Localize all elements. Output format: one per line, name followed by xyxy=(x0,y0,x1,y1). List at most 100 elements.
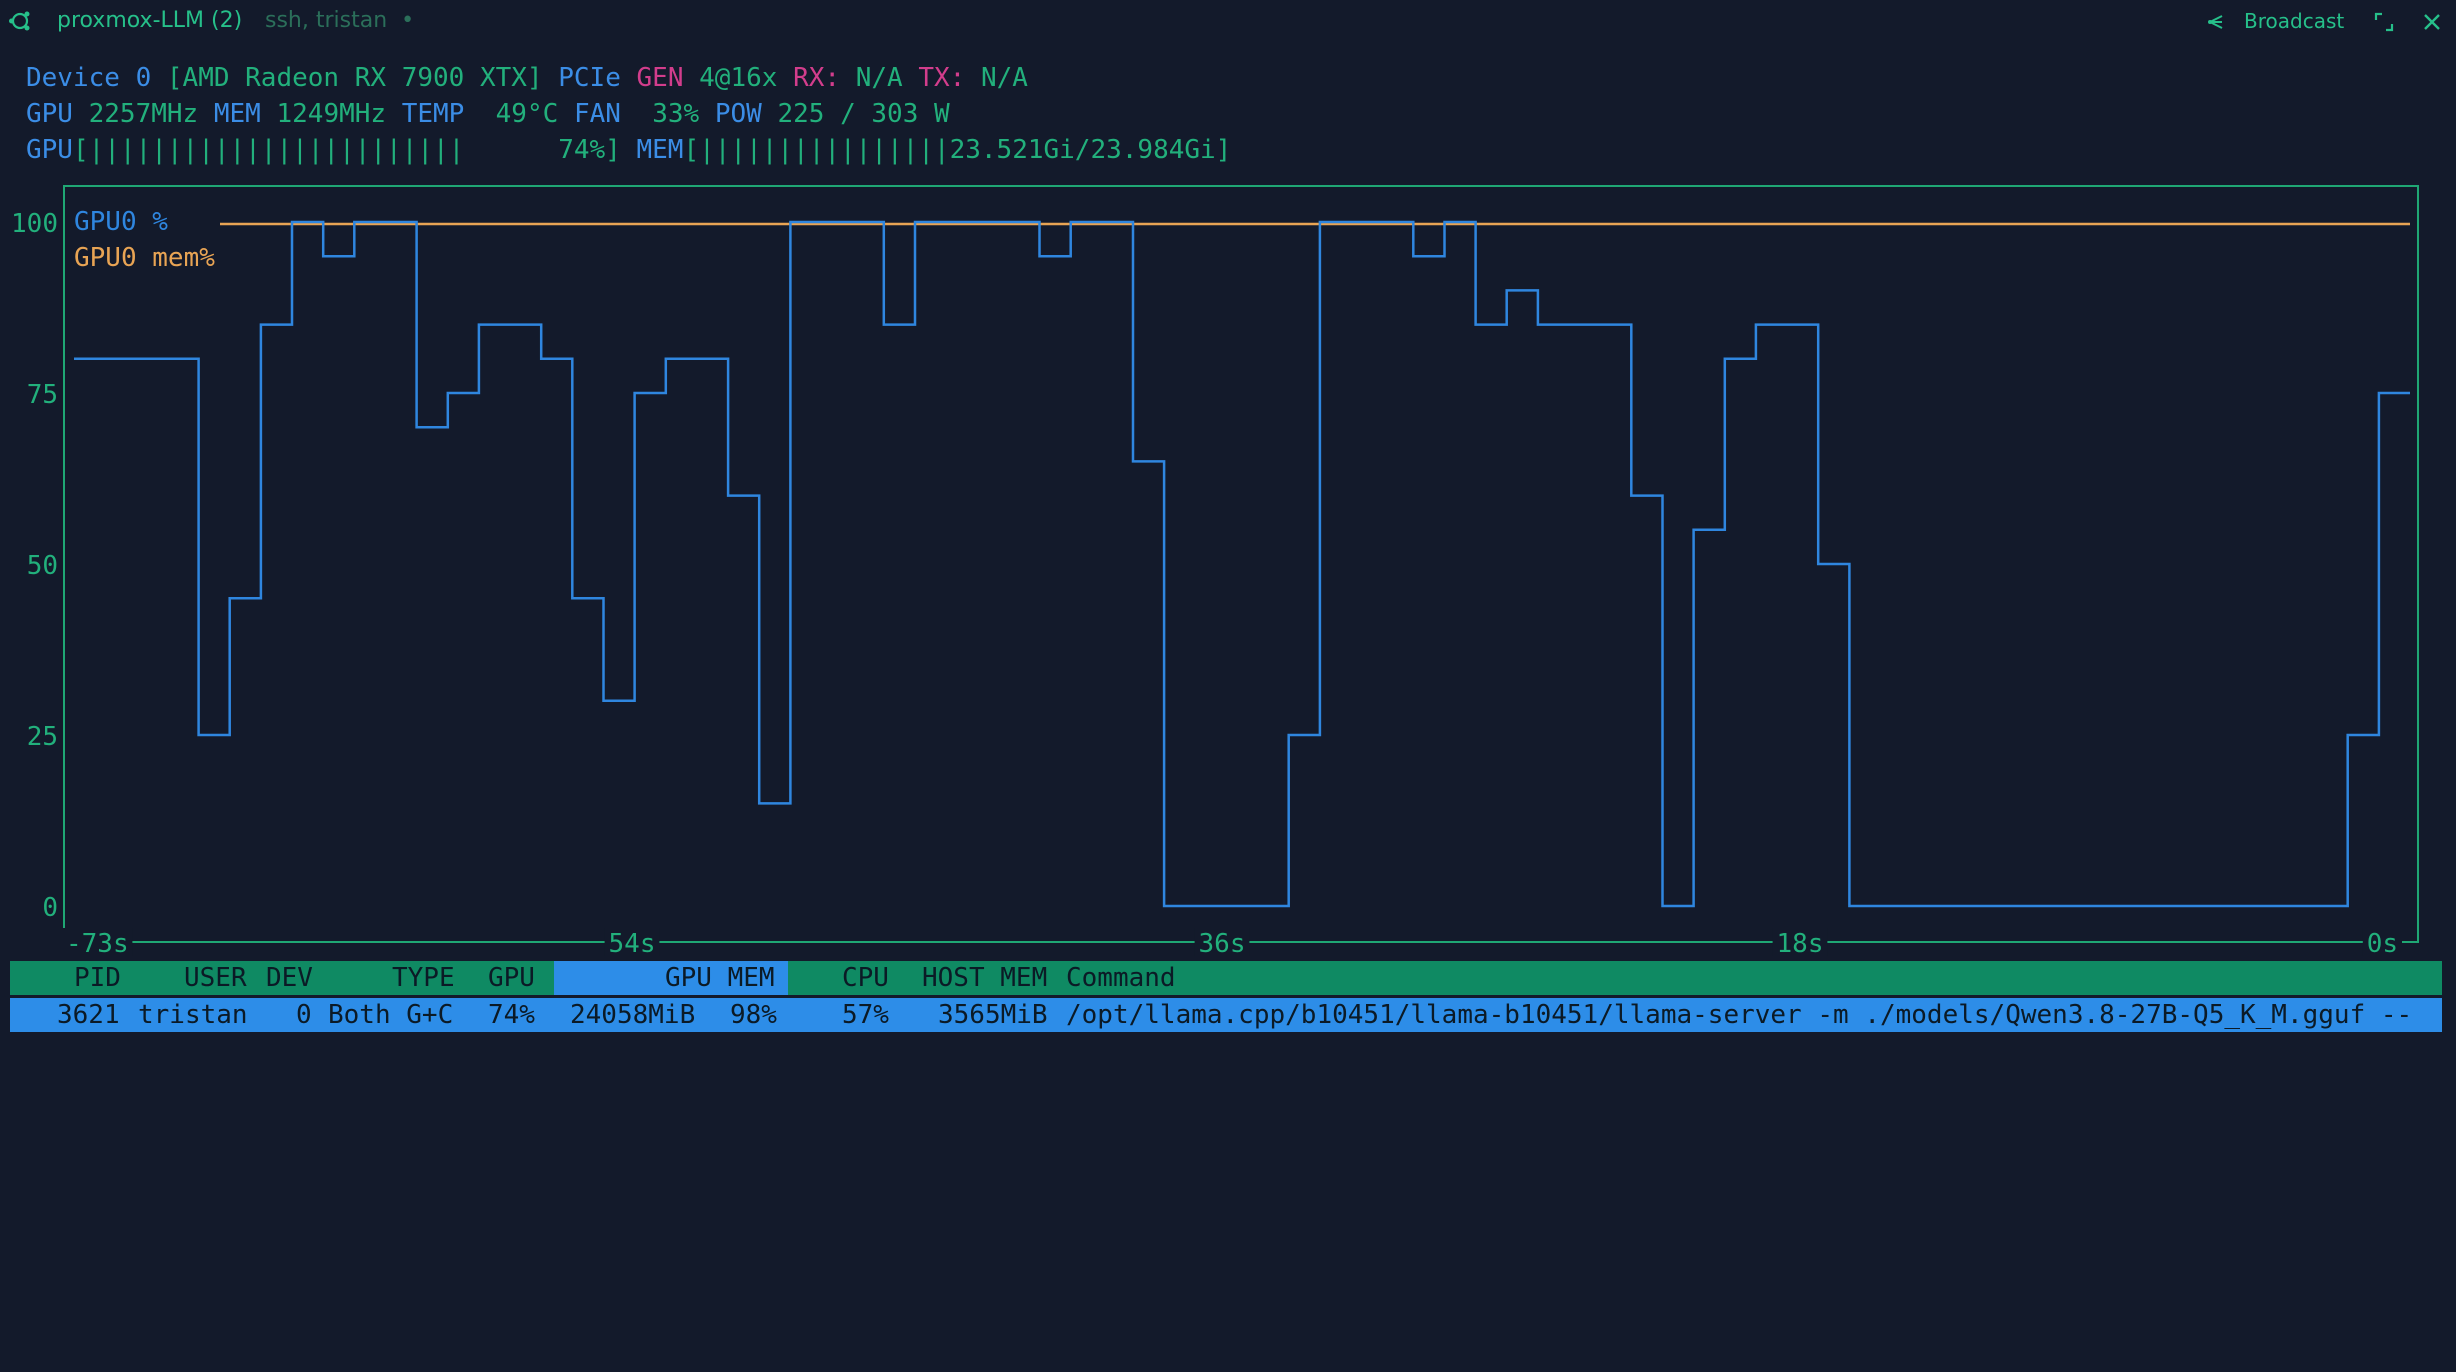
data-point xyxy=(1507,289,1538,291)
maximize-icon[interactable] xyxy=(2372,10,2396,34)
data-point xyxy=(292,221,323,223)
fan-value: 33% xyxy=(652,99,700,129)
fan-label: FAN xyxy=(573,99,621,129)
data-point xyxy=(1538,324,1569,326)
data-point xyxy=(1102,221,1133,223)
col-gpu-mem[interactable]: GPU MEM xyxy=(665,961,775,995)
data-point xyxy=(167,358,198,360)
window-subtitle: ssh, tristan • xyxy=(265,8,415,33)
data-point xyxy=(354,221,385,223)
data-point xyxy=(105,358,136,360)
data-point xyxy=(915,221,946,223)
data-point xyxy=(759,802,790,804)
data-point xyxy=(822,221,853,223)
broadcast-label: Broadcast xyxy=(2244,9,2345,33)
col-user[interactable]: USER xyxy=(184,961,247,995)
y-tick-label: 50 xyxy=(27,551,58,581)
data-point xyxy=(323,255,354,257)
broadcast-icon xyxy=(2208,15,2223,29)
col-dev[interactable]: DEV xyxy=(266,961,313,995)
data-point xyxy=(1008,221,1039,223)
data-point xyxy=(1725,358,1756,360)
window-title: proxmox-LLM (2) xyxy=(57,8,243,33)
data-point xyxy=(1413,255,1444,257)
data-point xyxy=(2285,905,2316,907)
data-point xyxy=(572,597,603,599)
pcie-label: PCIe xyxy=(558,63,621,93)
rx-value: N/A xyxy=(855,63,903,93)
data-point xyxy=(1974,905,2005,907)
col-host-mem[interactable]: HOST MEM xyxy=(922,961,1047,995)
data-point xyxy=(884,324,915,326)
data-point xyxy=(977,221,1008,223)
mem-clock-value: 1249MHz xyxy=(276,99,387,129)
mem-usage-bar: [||||||||||||||||23.521Gi/23.984Gi] xyxy=(683,135,1232,165)
data-point xyxy=(1444,221,1475,223)
data-point xyxy=(728,495,759,497)
data-point xyxy=(635,392,666,394)
data-point xyxy=(1787,324,1818,326)
data-point xyxy=(1662,905,1693,907)
x-tick-label: 18s xyxy=(1777,929,1824,959)
data-point xyxy=(2067,905,2098,907)
col-pid[interactable]: PID xyxy=(74,961,121,995)
data-point xyxy=(666,358,697,360)
data-point xyxy=(1195,905,1226,907)
chart-canvas: 100 75 50 25 0 -73s 54s 36s 18s 0s GPU0 % GPU0 mem% xyxy=(11,185,2419,959)
data-point xyxy=(603,700,634,702)
x-tick-label: 54s xyxy=(609,929,656,959)
col-type[interactable]: TYPE xyxy=(392,961,455,995)
tx-value: N/A xyxy=(980,63,1028,93)
row-user: tristan xyxy=(138,1000,248,1030)
gpu-clock-label: GPU xyxy=(26,99,73,129)
data-point xyxy=(74,358,105,360)
process-table-header: PID USER DEV TYPE GPU GPU MEM CPU HOST M… xyxy=(10,961,2442,995)
y-tick-label: 25 xyxy=(27,722,58,752)
row-gpu: 74% xyxy=(488,1000,535,1030)
data-point xyxy=(479,324,510,326)
row-gpu-mem: 24058MiB xyxy=(570,1000,696,1030)
row-host-mem: 3565MiB xyxy=(938,1000,1048,1030)
row-command: /opt/llama.cpp/b10451/llama-b10451/llama… xyxy=(1066,1000,2413,1030)
data-point xyxy=(1258,905,1289,907)
data-point xyxy=(790,221,821,223)
data-point xyxy=(1818,563,1849,565)
data-point xyxy=(2130,905,2161,907)
data-point xyxy=(1164,905,1195,907)
col-cpu[interactable]: CPU xyxy=(842,961,889,995)
data-point xyxy=(199,734,230,736)
power-label: POW xyxy=(714,99,762,129)
mem-bar-label: MEM xyxy=(636,135,684,165)
data-point xyxy=(1289,734,1320,736)
data-point xyxy=(2379,392,2410,394)
table-row[interactable]: 3621 tristan 0 Both G+C 74% 24058MiB 98%… xyxy=(10,998,2442,1032)
gen-label: GEN xyxy=(636,63,684,93)
col-command[interactable]: Command xyxy=(1066,961,1176,995)
data-point xyxy=(2161,905,2192,907)
data-point xyxy=(261,324,292,326)
data-point xyxy=(946,221,977,223)
data-point xyxy=(1351,221,1382,223)
data-point xyxy=(697,358,728,360)
y-tick-label: 100 xyxy=(11,209,58,239)
x-tick-label: 36s xyxy=(1199,929,1246,959)
series-line-gpu0-util xyxy=(74,220,2410,908)
data-point xyxy=(1040,255,1071,257)
gpu-clock-value: 2257MHz xyxy=(88,99,199,129)
close-icon[interactable] xyxy=(2420,10,2444,34)
row-type: Both G+C xyxy=(328,1000,454,1030)
data-point xyxy=(1600,324,1631,326)
data-point xyxy=(1071,221,1102,223)
data-point xyxy=(510,324,541,326)
data-point xyxy=(448,392,479,394)
gpu-usage-chart: 100 75 50 25 0 -73s 54s 36s 18s 0s GPU0 % GPU0 mem% xyxy=(0,180,2456,960)
legend-gpu0-util: GPU0 % xyxy=(74,207,168,237)
data-point xyxy=(1631,495,1662,497)
data-point xyxy=(541,358,572,360)
data-point xyxy=(2036,905,2067,907)
legend-gpu0-mem: GPU0 mem% xyxy=(74,243,215,273)
device-name: [AMD Radeon RX 7900 XTX] xyxy=(166,63,543,93)
data-point xyxy=(2223,905,2254,907)
data-point xyxy=(1382,221,1413,223)
col-gpu[interactable]: GPU xyxy=(488,961,535,995)
